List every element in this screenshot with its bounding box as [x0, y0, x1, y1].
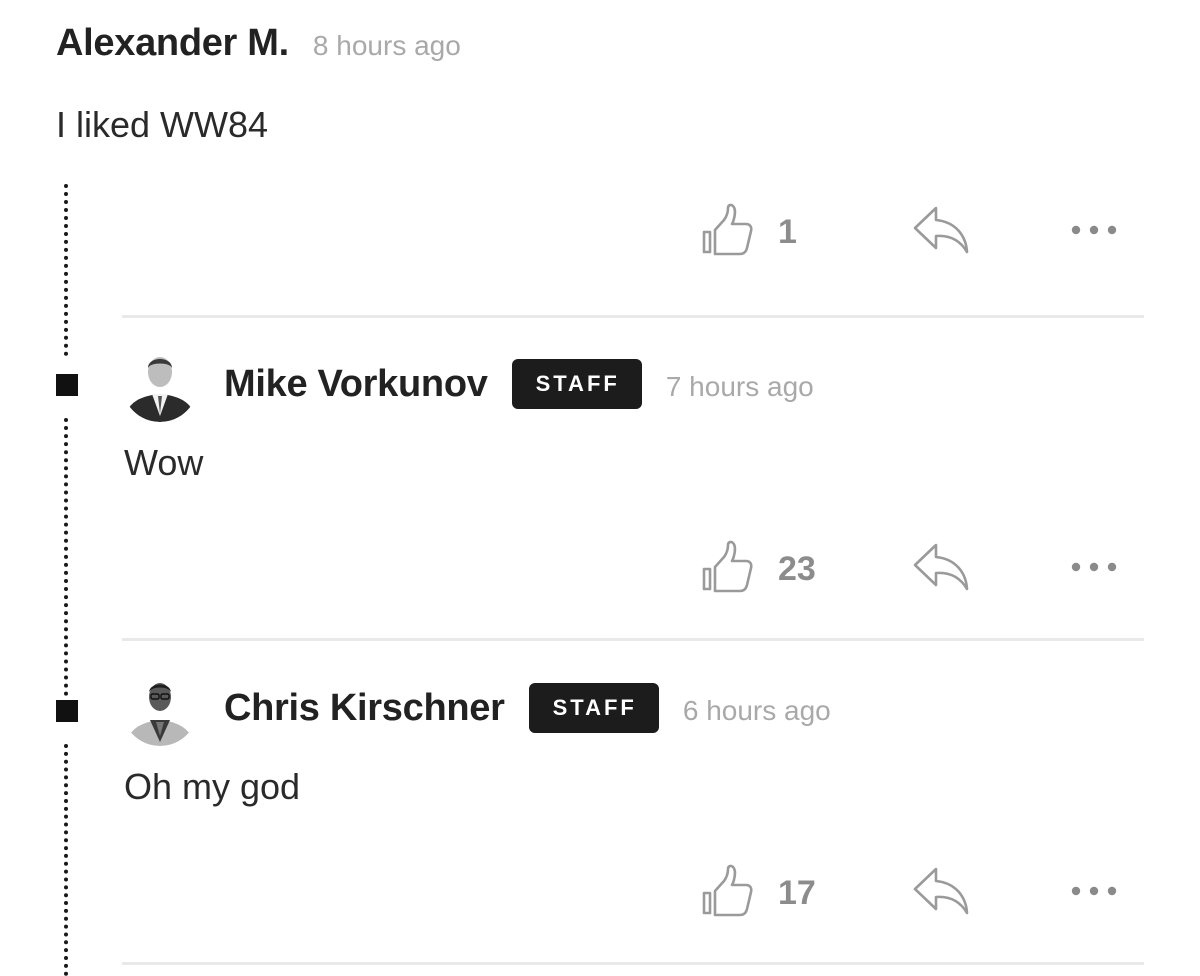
thumbs-up-icon — [700, 202, 756, 263]
thread-line — [64, 744, 68, 976]
reply-arrow-icon — [912, 541, 970, 598]
reply-body: Oh my god — [124, 766, 301, 807]
like-count: 1 — [778, 212, 797, 251]
more-options-button[interactable] — [1070, 560, 1118, 578]
more-options-button[interactable] — [1070, 223, 1118, 241]
comment-timestamp: 8 hours ago — [312, 30, 461, 61]
reply-author[interactable]: Mike Vorkunov — [224, 363, 488, 406]
like-button[interactable]: 23 — [700, 539, 820, 600]
like-button[interactable]: 17 — [700, 863, 820, 924]
like-count: 23 — [778, 549, 816, 588]
reply-header: Mike Vorkunov STAFF 7 hours ago — [122, 346, 814, 422]
reply-timestamp: 7 hours ago — [665, 371, 814, 402]
comment-author[interactable]: Alexander M. — [56, 22, 289, 65]
staff-badge: STAFF — [528, 683, 659, 733]
reply-button[interactable] — [912, 865, 970, 922]
more-dots-icon — [1070, 560, 1118, 578]
reply-body: Wow — [124, 442, 204, 483]
more-dots-icon — [1070, 223, 1118, 241]
reply-arrow-icon — [912, 204, 970, 261]
thread-marker — [56, 374, 78, 396]
divider — [122, 638, 1144, 641]
comment-header: Alexander M. 8 hours ago — [56, 22, 461, 65]
avatar[interactable] — [122, 346, 198, 422]
reply-actions: 23 — [700, 539, 1118, 599]
staff-badge: STAFF — [511, 359, 642, 409]
reply-author[interactable]: Chris Kirschner — [224, 687, 505, 730]
more-options-button[interactable] — [1070, 884, 1118, 902]
divider — [122, 315, 1144, 318]
like-count: 17 — [778, 873, 816, 912]
reply-button[interactable] — [912, 541, 970, 598]
thread-line — [64, 418, 68, 696]
reply-arrow-icon — [912, 865, 970, 922]
reply-button[interactable] — [912, 204, 970, 261]
divider — [122, 962, 1144, 965]
more-dots-icon — [1070, 884, 1118, 902]
thread-line — [64, 184, 68, 356]
reply-timestamp: 6 hours ago — [682, 695, 831, 726]
comment-body: I liked WW84 — [56, 104, 269, 145]
like-button[interactable]: 1 — [700, 202, 820, 263]
reply-header: Chris Kirschner STAFF 6 hours ago — [122, 670, 831, 746]
reply-actions: 17 — [700, 863, 1118, 923]
avatar[interactable] — [122, 670, 198, 746]
comment-actions: 1 — [700, 202, 1118, 262]
comment-thread: Alexander M. 8 hours ago I liked WW84 1 — [0, 0, 1200, 976]
thread-marker — [56, 700, 78, 722]
thumbs-up-icon — [700, 863, 756, 924]
thumbs-up-icon — [700, 539, 756, 600]
